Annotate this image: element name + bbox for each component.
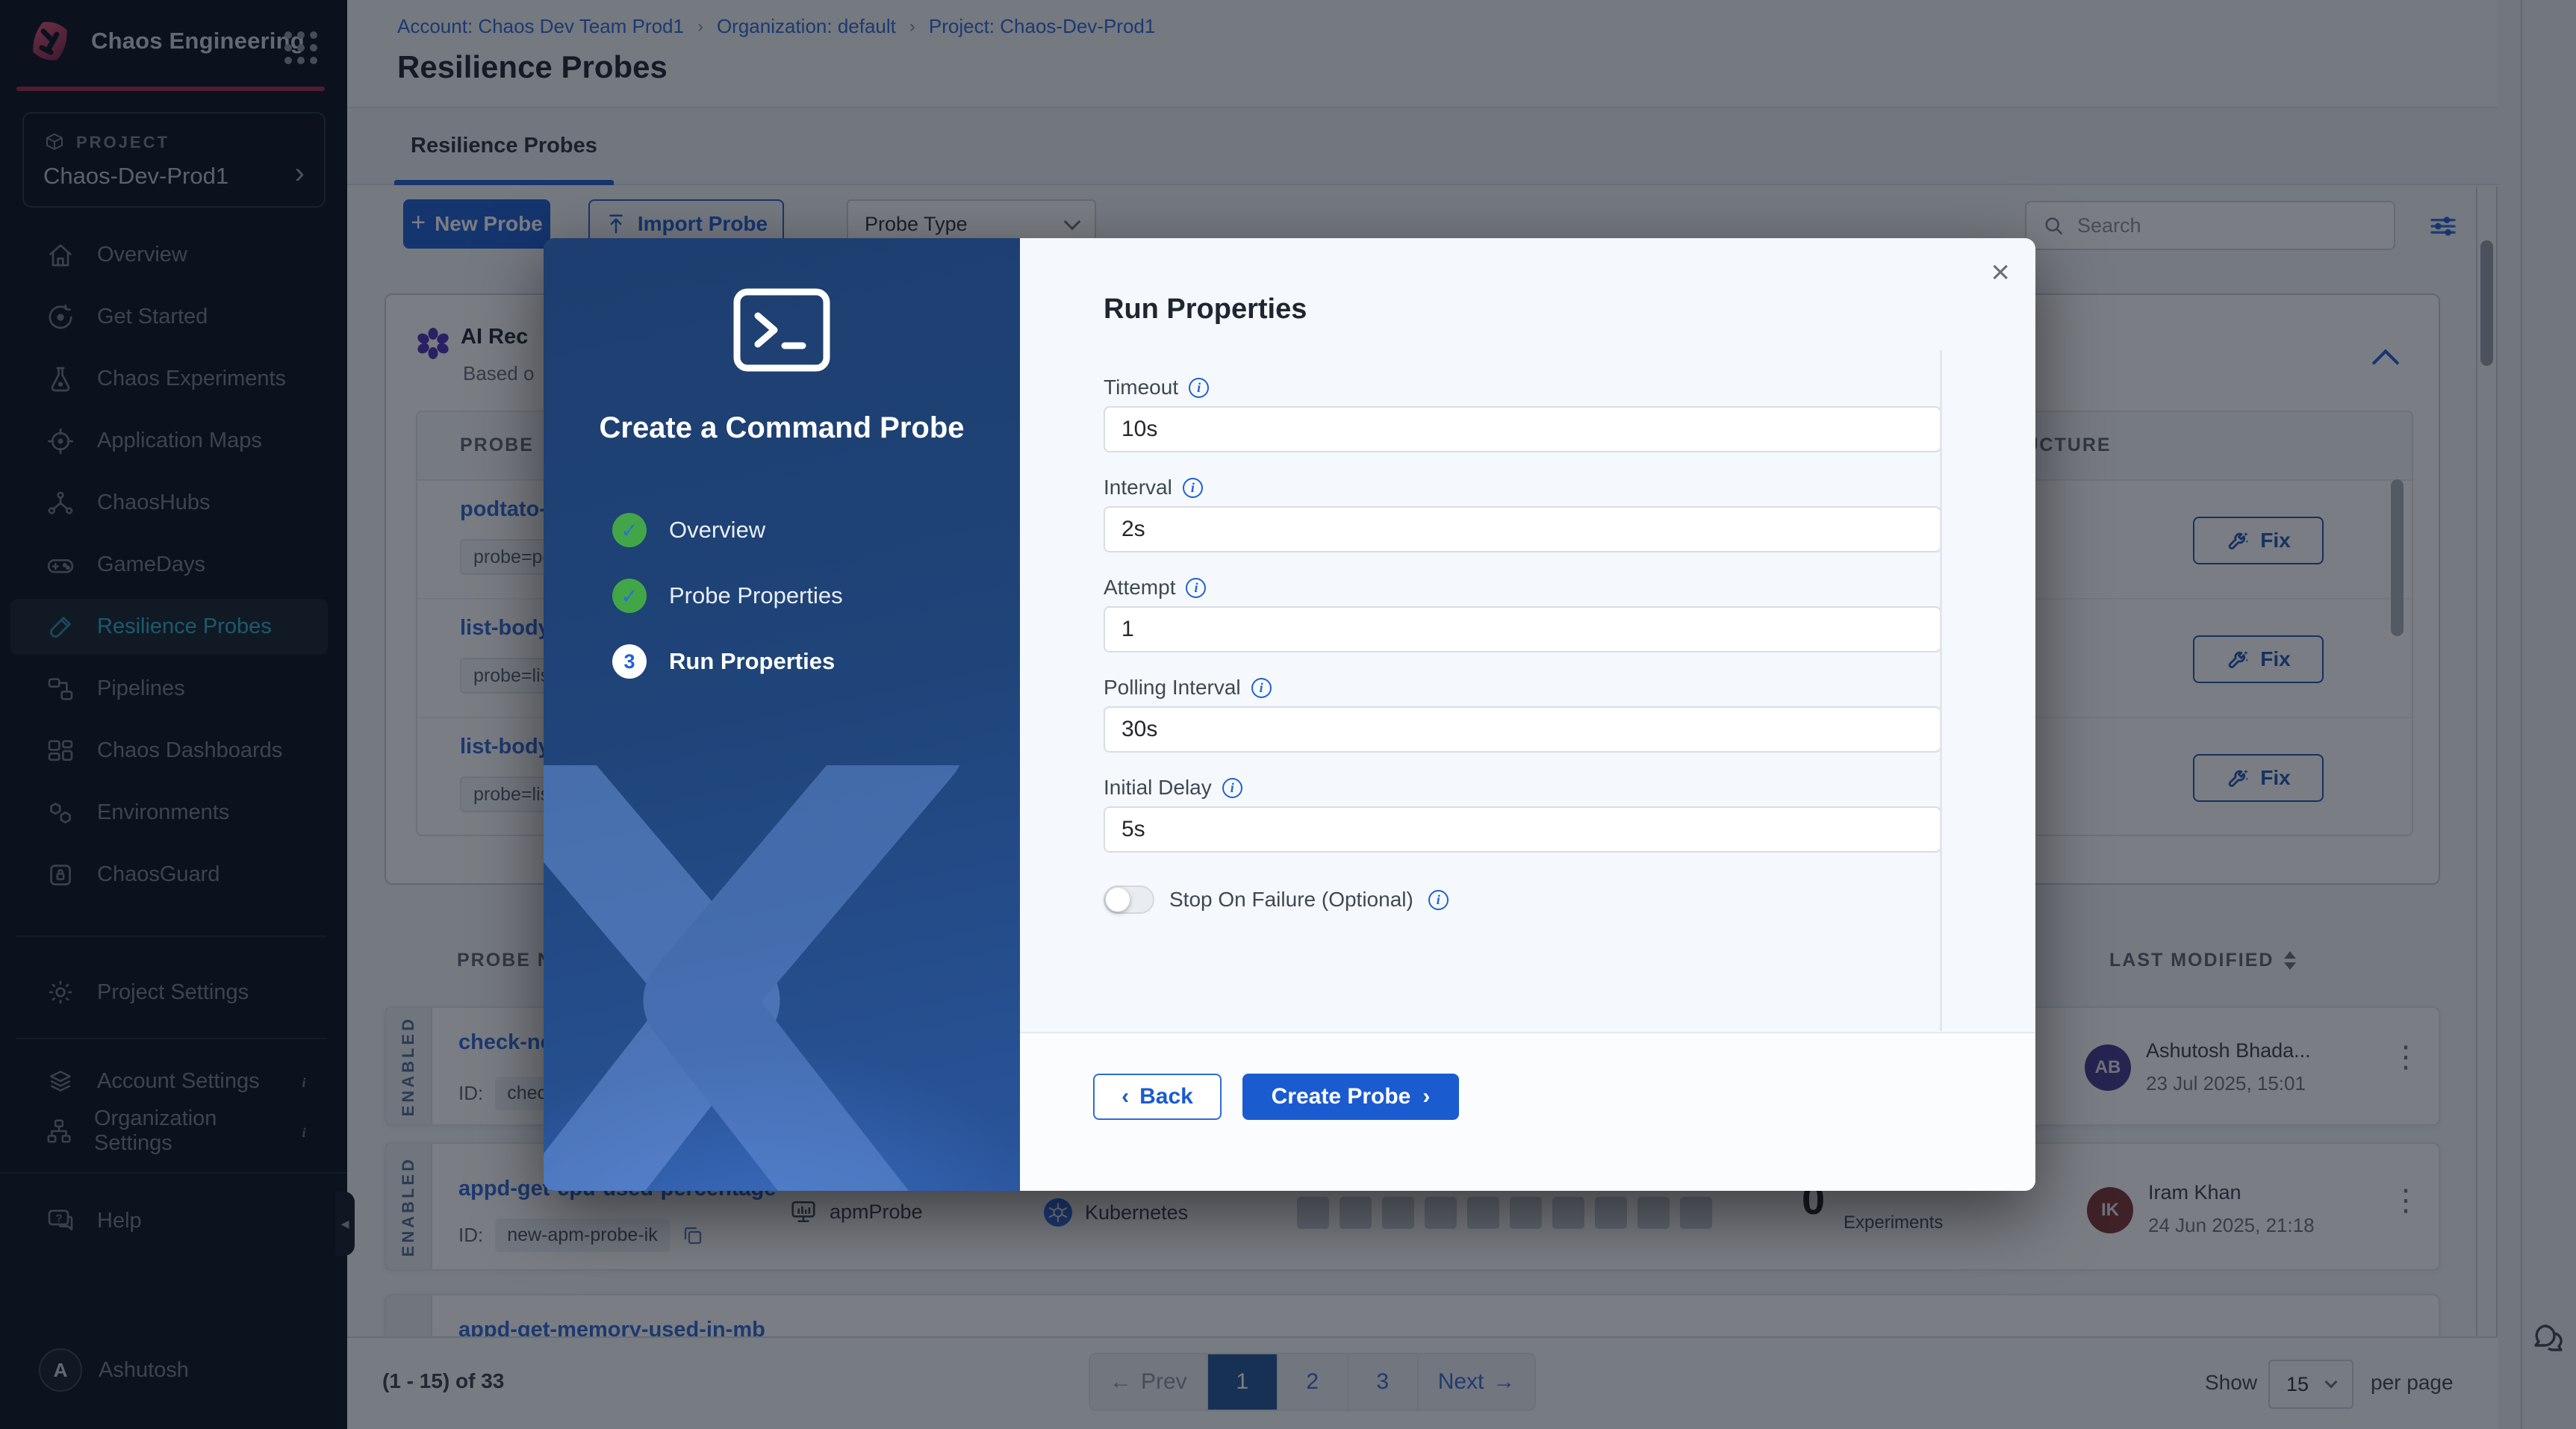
- step-number: 3: [612, 644, 647, 679]
- polling-interval-input[interactable]: [1104, 706, 1941, 753]
- step-label: Probe Properties: [669, 582, 843, 608]
- step-label: Overview: [669, 517, 766, 543]
- back-button[interactable]: ‹ Back: [1093, 1074, 1222, 1120]
- terminal-icon: [732, 287, 831, 373]
- form-field-attempt: Attempt i: [1104, 575, 1941, 675]
- field-label: Interval: [1104, 476, 1172, 499]
- interval-input[interactable]: [1104, 506, 1941, 552]
- form-scrollbar-track: [1940, 350, 1942, 1031]
- create-probe-button[interactable]: Create Probe ›: [1242, 1074, 1459, 1120]
- field-label: Timeout: [1104, 376, 1179, 399]
- stop-on-failure-row: Stop On Failure (Optional) i: [1104, 885, 1941, 914]
- info-icon[interactable]: i: [1189, 377, 1210, 398]
- create-command-probe-modal: Create a Command Probe ✓ Overview ✓ Probe…: [544, 238, 2035, 1191]
- screen: Chaos Engineering PROJECT Chaos-Dev-Prod…: [0, 0, 2576, 1429]
- info-icon[interactable]: i: [1186, 577, 1207, 598]
- modal-footer: ‹ Back Create Probe ›: [1020, 1032, 2035, 1191]
- chevron-left-icon: ‹: [1121, 1084, 1130, 1109]
- step-check-icon: ✓: [612, 579, 647, 613]
- harness-watermark-logo: [544, 765, 959, 1191]
- close-icon[interactable]: ×: [1991, 256, 2010, 289]
- form-field-polling-interval: Polling Interval i: [1104, 675, 1941, 775]
- info-icon[interactable]: i: [1251, 677, 1272, 698]
- step-label: Run Properties: [669, 648, 836, 674]
- initial-delay-input[interactable]: [1104, 806, 1941, 853]
- step-heading: Run Properties: [1104, 293, 1307, 325]
- wizard-right-panel: × Run Properties Timeout iInterval iAtte…: [1020, 238, 2035, 1191]
- field-label: Initial Delay: [1104, 776, 1212, 799]
- chevron-right-icon: ›: [1422, 1084, 1431, 1109]
- form-field-interval: Interval i: [1104, 475, 1941, 575]
- timeout-input[interactable]: [1104, 406, 1941, 452]
- attempt-input[interactable]: [1104, 606, 1941, 653]
- step-check-icon: ✓: [612, 513, 647, 547]
- field-label: Polling Interval: [1104, 676, 1241, 699]
- form-field-timeout: Timeout i: [1104, 375, 1941, 475]
- wizard-title: Create a Command Probe: [599, 411, 965, 444]
- wizard-step-overview[interactable]: ✓ Overview: [612, 513, 843, 547]
- stop-on-failure-toggle[interactable]: [1104, 885, 1154, 914]
- wizard-left-panel: Create a Command Probe ✓ Overview ✓ Probe…: [544, 238, 1020, 1191]
- info-icon[interactable]: i: [1428, 889, 1449, 910]
- wizard-step-run-properties[interactable]: 3 Run Properties: [612, 644, 843, 679]
- wizard-steps: ✓ Overview ✓ Probe Properties 3 Run Proper…: [612, 513, 843, 679]
- field-label: Attempt: [1104, 576, 1176, 599]
- info-icon[interactable]: i: [1222, 777, 1242, 798]
- run-properties-form: Timeout iInterval iAttempt iPolling Inte…: [1104, 375, 1941, 914]
- toggle-label: Stop On Failure (Optional): [1169, 888, 1413, 911]
- form-field-initial-delay: Initial Delay i: [1104, 775, 1941, 875]
- info-icon[interactable]: i: [1182, 477, 1203, 498]
- wizard-step-probe-properties[interactable]: ✓ Probe Properties: [612, 579, 843, 613]
